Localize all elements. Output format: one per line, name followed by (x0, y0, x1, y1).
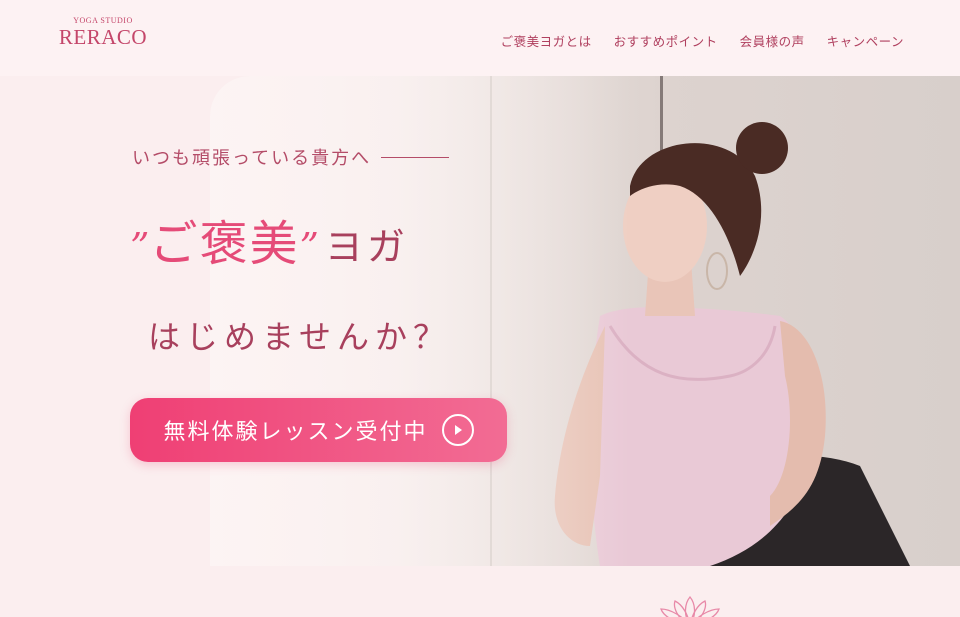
site-header: YOGA STUDIO RERACO ご褒美ヨガとは おすすめポイント 会員様の… (0, 0, 960, 76)
hero-title: ” ご褒美 ” ヨガ (130, 220, 409, 268)
nav-item-points[interactable]: おすすめポイント (614, 31, 718, 50)
main-nav: ご褒美ヨガとは おすすめポイント 会員様の声 キャンペーン (501, 31, 904, 50)
nav-item-voices[interactable]: 会員様の声 (740, 31, 805, 50)
play-circle-icon (441, 414, 474, 446)
title-highlight: ご褒美 (149, 216, 300, 272)
hero-subtitle: はじめませんか？ (148, 318, 452, 356)
cta-label: 無料体験レッスン受付中 (163, 420, 428, 445)
logo-subtitle: YOGA STUDIO (73, 16, 133, 25)
title-rest: ヨガ (324, 225, 409, 269)
quote-open: ” (130, 225, 150, 269)
free-trial-button[interactable]: 無料体験レッスン受付中 (130, 398, 507, 462)
lotus-icon (660, 595, 720, 617)
nav-item-campaign[interactable]: キャンペーン (827, 31, 904, 50)
quote-close: ” (299, 225, 319, 269)
hero-tagline: いつも頑張っている貴方へ (132, 144, 450, 170)
logo[interactable]: YOGA STUDIO RERACO (58, 16, 158, 50)
tagline-divider (381, 156, 450, 158)
nav-item-about[interactable]: ご褒美ヨガとは (501, 31, 592, 50)
logo-title: RERACO (58, 25, 148, 49)
tagline-text: いつも頑張っている貴方へ (132, 148, 372, 169)
